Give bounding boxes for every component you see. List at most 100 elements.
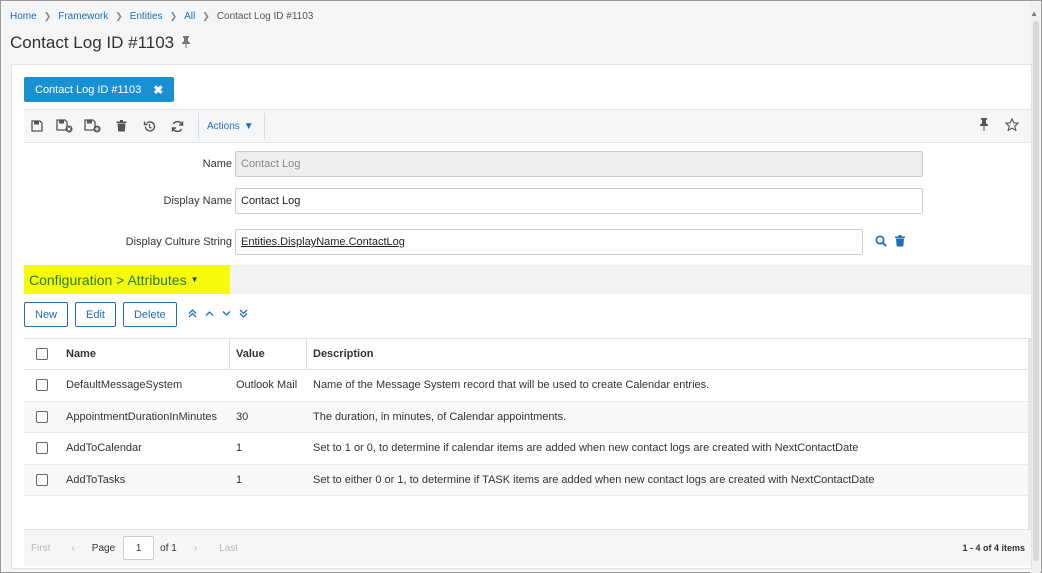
pager-of-label: of 1 bbox=[160, 542, 177, 554]
caret-down-icon: ▼ bbox=[190, 275, 199, 284]
chevron-right-icon[interactable]: › bbox=[194, 543, 197, 554]
column-header-description[interactable]: Description bbox=[307, 348, 1031, 360]
close-icon[interactable]: ✖ bbox=[153, 83, 163, 97]
row-checkbox[interactable] bbox=[36, 410, 48, 423]
row-description: The duration, in minutes, of Calendar ap… bbox=[313, 410, 567, 423]
row-checkbox[interactable] bbox=[36, 473, 48, 486]
row-checkbox[interactable] bbox=[36, 379, 48, 392]
trash-icon[interactable] bbox=[895, 234, 905, 250]
pager-page-label: Page bbox=[91, 542, 116, 554]
save-and-close-icon[interactable] bbox=[54, 115, 76, 137]
culture-string-actions bbox=[875, 234, 905, 250]
breadcrumb-home[interactable]: Home bbox=[10, 11, 37, 22]
chevron-right-icon: ❯ bbox=[43, 11, 52, 21]
breadcrumb-current: Contact Log ID #1103 bbox=[216, 11, 314, 22]
display-name-label: Display Name bbox=[163, 195, 232, 207]
edit-button[interactable]: Edit bbox=[75, 302, 116, 327]
chevron-left-icon[interactable]: ‹ bbox=[71, 543, 74, 554]
row-name: AddToTasks bbox=[66, 473, 126, 486]
new-button[interactable]: New bbox=[24, 302, 69, 327]
section-title: Configuration > Attributes bbox=[29, 271, 187, 288]
record-tab[interactable]: Contact Log ID #1103 ✖ bbox=[24, 77, 175, 102]
grid-scrollbar[interactable] bbox=[1028, 339, 1031, 530]
actions-menu[interactable]: Actions ▼ bbox=[207, 121, 254, 132]
move-up-icon[interactable] bbox=[205, 309, 214, 321]
chevron-right-icon: ❯ bbox=[169, 11, 178, 21]
row-checkbox[interactable] bbox=[36, 442, 48, 455]
move-bottom-icon[interactable] bbox=[239, 309, 248, 321]
row-description: Name of the Message System record that w… bbox=[313, 379, 710, 392]
section-title-dropdown[interactable]: Configuration > Attributes ▼ bbox=[24, 265, 230, 294]
page-title-row: Contact Log ID #1103 bbox=[10, 33, 191, 53]
save-icon[interactable] bbox=[26, 115, 48, 137]
record-card: Contact Log ID #1103 ✖ Actions ▼ Name Co… bbox=[11, 64, 1032, 569]
pager-page-input[interactable]: 1 bbox=[123, 536, 155, 560]
breadcrumb-entities[interactable]: Entities bbox=[130, 11, 163, 22]
pager-item-count: 1 - 4 of 4 items bbox=[962, 543, 1025, 553]
column-header-name[interactable]: Name bbox=[60, 338, 230, 370]
delete-button[interactable]: Delete bbox=[122, 302, 177, 327]
page-title: Contact Log ID #1103 bbox=[10, 33, 175, 52]
grid-header: Name Value Description bbox=[24, 338, 1031, 370]
save-and-new-icon[interactable] bbox=[82, 115, 104, 137]
chevron-right-icon: ❯ bbox=[202, 11, 210, 21]
breadcrumb-all[interactable]: All bbox=[184, 11, 195, 22]
pin-icon[interactable] bbox=[979, 118, 989, 134]
row-check-cell bbox=[24, 473, 60, 486]
section-bar: Configuration > Attributes ▼ bbox=[24, 265, 1031, 294]
reorder-controls bbox=[188, 308, 248, 321]
refresh-icon[interactable] bbox=[166, 115, 188, 137]
toolbar-right bbox=[979, 117, 1020, 134]
row-check-cell bbox=[24, 442, 60, 455]
history-icon[interactable] bbox=[138, 115, 160, 137]
record-tab-label: Contact Log ID #1103 bbox=[35, 83, 142, 96]
chevron-right-icon: ❯ bbox=[115, 11, 123, 21]
table-row[interactable]: AppointmentDurationInMinutes 30 The dura… bbox=[24, 401, 1031, 433]
row-description: Set to either 0 or 1, to determine if TA… bbox=[313, 473, 875, 486]
pin-icon[interactable] bbox=[181, 35, 191, 51]
star-icon[interactable] bbox=[1004, 117, 1020, 134]
breadcrumb-framework[interactable]: Framework bbox=[58, 11, 108, 22]
breadcrumb: Home ❯ Framework ❯ Entities ❯ All ❯ Cont… bbox=[10, 11, 313, 22]
row-value: Outlook Mail bbox=[236, 379, 298, 392]
culture-string-field[interactable]: Entities.DisplayName.ContactLog bbox=[235, 229, 863, 255]
toolbar-divider bbox=[198, 113, 199, 139]
culture-string-value[interactable]: Entities.DisplayName.ContactLog bbox=[241, 236, 405, 248]
move-down-icon[interactable] bbox=[222, 309, 231, 321]
app-frame: Home ❯ Framework ❯ Entities ❯ All ❯ Cont… bbox=[0, 0, 1042, 573]
column-header-value[interactable]: Value bbox=[230, 338, 307, 370]
name-row: Name bbox=[24, 151, 923, 177]
culture-string-row: Display Culture String Entities.DisplayN… bbox=[24, 229, 905, 255]
pager-last[interactable]: Last bbox=[219, 543, 238, 554]
table-row[interactable]: AddToTasks 1 Set to either 0 or 1, to de… bbox=[24, 464, 1031, 496]
row-check-cell bbox=[24, 379, 60, 392]
row-name: DefaultMessageSystem bbox=[66, 379, 183, 392]
select-all-checkbox[interactable] bbox=[36, 348, 48, 360]
select-all-cell bbox=[24, 348, 60, 360]
table-row[interactable]: DefaultMessageSystem Outlook Mail Name o… bbox=[24, 370, 1031, 402]
name-label: Name bbox=[202, 158, 232, 170]
row-value: 30 bbox=[236, 410, 249, 423]
record-toolbar: Actions ▼ bbox=[24, 109, 1031, 143]
culture-string-label: Display Culture String bbox=[125, 236, 232, 248]
page-scrollbar-thumb[interactable] bbox=[1033, 21, 1039, 561]
row-name: AddToCalendar bbox=[66, 442, 142, 455]
attributes-grid: Name Value Description DefaultMessageSys… bbox=[24, 338, 1031, 530]
scroll-up-icon[interactable]: ▲ bbox=[1030, 9, 1038, 18]
row-check-cell bbox=[24, 410, 60, 423]
actions-menu-label: Actions bbox=[207, 120, 240, 132]
name-field bbox=[235, 151, 923, 177]
grid-toolbar: New Edit Delete bbox=[24, 302, 248, 327]
grid-pager: First ‹ Page 1 of 1 › Last 1 - 4 of 4 it… bbox=[24, 529, 1031, 566]
delete-icon[interactable] bbox=[110, 115, 132, 137]
row-value: 1 bbox=[236, 473, 243, 486]
display-name-field[interactable] bbox=[235, 188, 923, 214]
search-icon[interactable] bbox=[875, 234, 887, 250]
row-name: AppointmentDurationInMinutes bbox=[66, 410, 218, 423]
pager-first[interactable]: First bbox=[31, 543, 50, 554]
move-top-icon[interactable] bbox=[188, 308, 197, 321]
toolbar-divider bbox=[263, 113, 265, 139]
table-row[interactable]: AddToCalendar 1 Set to 1 or 0, to determ… bbox=[24, 433, 1031, 465]
row-description: Set to 1 or 0, to determine if calendar … bbox=[313, 442, 859, 455]
caret-down-icon: ▼ bbox=[243, 120, 254, 132]
